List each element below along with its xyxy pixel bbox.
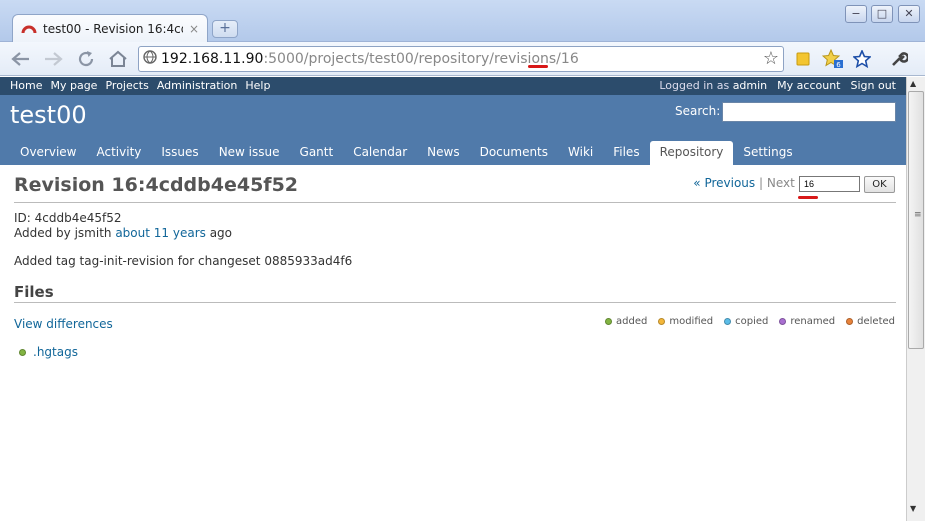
top-menu-home[interactable]: Home (10, 79, 42, 92)
search-input[interactable] (722, 102, 896, 122)
top-menu-administration[interactable]: Administration (157, 79, 238, 92)
file-name-link[interactable]: .hgtags (33, 345, 78, 359)
browser-titlebar: test00 - Revision 16:4cdd... × + − □ ✕ (0, 0, 925, 42)
revision-input-highlight-mark (798, 196, 818, 199)
tab-repository[interactable]: Repository (649, 141, 734, 165)
added-dot-icon (19, 348, 26, 356)
redmine-favicon-icon (21, 25, 37, 33)
scroll-up-icon[interactable]: ▲ (910, 79, 916, 88)
top-menu: Home My page Projects Administration Hel… (0, 77, 906, 95)
tab-news[interactable]: News (417, 141, 469, 165)
new-tab-button[interactable]: + (212, 20, 238, 38)
revision-navigation: « Previous | Next » (693, 176, 806, 190)
tab-settings[interactable]: Settings (733, 141, 802, 165)
files-divider (14, 302, 896, 303)
revision-author-line: Added by jsmith about 11 years ago (14, 226, 233, 240)
project-header: test00 Search: Overview Activity Issues … (0, 95, 906, 165)
minimize-button[interactable]: − (845, 5, 867, 23)
tab-overview[interactable]: Overview (10, 141, 87, 165)
tab-gantt[interactable]: Gantt (290, 141, 344, 165)
revision-id: ID: 4cddb4e45f52 (14, 211, 122, 225)
tab-files[interactable]: Files (603, 141, 649, 165)
top-menu-help[interactable]: Help (245, 79, 270, 92)
change-legend: added modified copied renamed deleted (605, 316, 895, 327)
maximize-button[interactable]: □ (871, 5, 893, 23)
project-title[interactable]: test00 (10, 101, 87, 129)
main-menu: Overview Activity Issues New issue Gantt… (10, 141, 803, 165)
star-extension-icon[interactable] (849, 47, 875, 71)
home-icon[interactable] (105, 47, 131, 71)
top-menu-projects[interactable]: Projects (105, 79, 148, 92)
ok-button[interactable]: OK (864, 176, 895, 193)
close-window-button[interactable]: ✕ (898, 5, 920, 23)
url-text[interactable]: 192.168.11.90:5000/projects/test00/repos… (161, 51, 579, 67)
tab-activity[interactable]: Activity (87, 141, 152, 165)
globe-icon (139, 50, 161, 68)
deleted-dot-icon (846, 318, 854, 325)
tab-wiki[interactable]: Wiki (558, 141, 603, 165)
scroll-down-icon[interactable]: ▼ (910, 504, 916, 513)
logged-in-user[interactable]: admin (733, 79, 767, 92)
top-menu-my-page[interactable]: My page (50, 79, 97, 92)
browser-toolbar: 192.168.11.90:5000/projects/test00/repos… (0, 42, 925, 76)
search-label: Search: (675, 104, 721, 118)
address-bar[interactable]: 192.168.11.90:5000/projects/test00/repos… (138, 46, 784, 72)
url-revision: 16 (560, 51, 579, 67)
url-highlight-mark (528, 65, 548, 68)
revision-comment: Added tag tag-init-revision for changese… (14, 254, 353, 268)
favorites-extension-icon[interactable]: 6 (820, 47, 846, 71)
main-content: Revision 16:4cddb4e45f52 « Previous | Ne… (0, 165, 906, 521)
page-title: Revision 16:4cddb4e45f52 (14, 174, 299, 196)
sign-out-link[interactable]: Sign out (850, 79, 896, 92)
renamed-dot-icon (779, 318, 787, 325)
file-list-item[interactable]: .hgtags (19, 345, 78, 359)
browser-tab[interactable]: test00 - Revision 16:4cdd... × (12, 14, 208, 42)
svg-text:6: 6 (836, 61, 841, 69)
folder-extension-icon[interactable] (790, 47, 816, 71)
legend-copied: copied (724, 316, 768, 327)
page-scrollbar[interactable]: ▲ ≡ ▼ (906, 77, 925, 521)
legend-renamed: renamed (779, 316, 835, 327)
legend-modified: modified (658, 316, 713, 327)
bookmark-star-icon[interactable]: ☆ (763, 48, 779, 69)
scrollbar-thumb[interactable]: ≡ (908, 91, 924, 349)
tab-issues[interactable]: Issues (151, 141, 208, 165)
scrollbar-grip-icon: ≡ (914, 210, 922, 220)
revision-nav-separator: | (759, 176, 764, 190)
back-icon[interactable] (8, 47, 34, 71)
view-differences-link[interactable]: View differences (14, 317, 113, 331)
revision-age-link[interactable]: about 11 years (115, 226, 206, 240)
modified-dot-icon (658, 318, 666, 325)
forward-icon[interactable] (40, 47, 66, 71)
tab-title: test00 - Revision 16:4cdd... (43, 21, 183, 36)
wrench-menu-icon[interactable] (886, 47, 912, 71)
previous-revision-link[interactable]: « Previous (693, 176, 755, 190)
tab-documents[interactable]: Documents (470, 141, 558, 165)
tab-close-icon[interactable]: × (189, 22, 199, 36)
revision-input[interactable] (799, 176, 860, 192)
tab-new-issue[interactable]: New issue (209, 141, 290, 165)
reload-icon[interactable] (73, 47, 99, 71)
revision-meta: ID: 4cddb4e45f52 Added by jsmith about 1… (14, 211, 232, 241)
copied-dot-icon (724, 318, 732, 325)
tab-calendar[interactable]: Calendar (343, 141, 417, 165)
logged-in-as: Logged in as admin (659, 79, 768, 92)
legend-deleted: deleted (846, 316, 895, 327)
title-divider (14, 202, 896, 203)
files-heading: Files (14, 283, 54, 301)
added-dot-icon (605, 318, 612, 325)
legend-added: added (605, 316, 647, 327)
my-account-link[interactable]: My account (777, 79, 840, 92)
